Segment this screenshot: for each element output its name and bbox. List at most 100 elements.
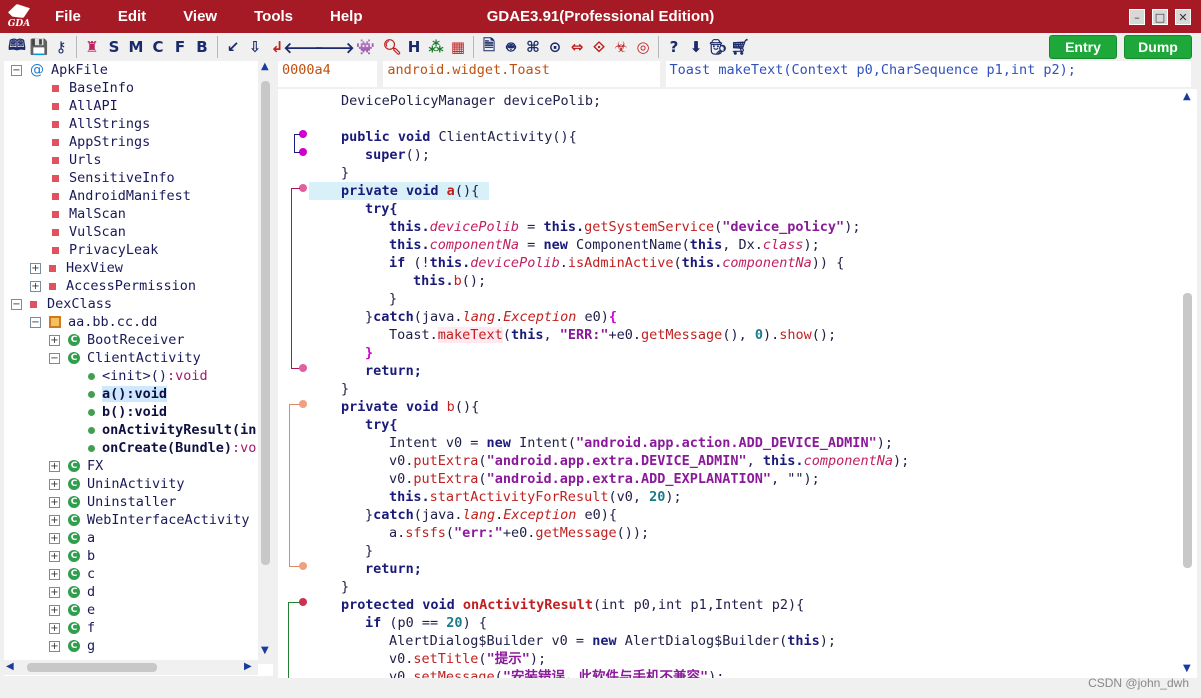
scroll-up-icon[interactable]: ▲	[1183, 91, 1191, 102]
scroll-thumb[interactable]	[261, 81, 270, 565]
tree-class-bootreceiver[interactable]: + C BootReceiver	[49, 331, 185, 349]
methods-button[interactable]: M	[125, 35, 147, 59]
spy-icon[interactable]: 🕵︎	[707, 35, 729, 59]
color-grid-icon[interactable]: ▦	[447, 35, 469, 59]
tree-item-hexview[interactable]: + HexView	[30, 259, 123, 277]
diff-arrows-icon[interactable]: ⇔	[566, 35, 588, 59]
scroll-up-icon[interactable]: ▲	[261, 61, 269, 72]
tree-item-allapi[interactable]: AllAPI	[50, 97, 118, 115]
code-editor[interactable]: DevicePolicyManager devicePolib; public …	[278, 89, 1197, 678]
maximize-button[interactable]: □	[1152, 9, 1168, 25]
go-in-icon[interactable]: ↙	[222, 35, 244, 59]
method-marker-dot[interactable]	[299, 364, 307, 372]
android-icon[interactable]: 👾	[350, 35, 381, 59]
tree-class-g[interactable]: + Cg	[49, 637, 95, 655]
menu-tools[interactable]: Tools	[254, 8, 293, 25]
tree-item-privacyleak[interactable]: PrivacyLeak	[50, 241, 158, 259]
tree-method-init[interactable]: <init>():void	[88, 367, 208, 385]
tree-class-clientactivity[interactable]: − C ClientActivity	[49, 349, 201, 367]
strings-button[interactable]: S	[103, 35, 125, 59]
scroll-left-icon[interactable]: ◀	[6, 661, 14, 672]
menu-help[interactable]: Help	[330, 8, 363, 25]
tree-class-uninactivity[interactable]: + C UninActivity	[49, 475, 185, 493]
expand-icon[interactable]: +	[49, 622, 60, 634]
expand-icon[interactable]: +	[49, 496, 60, 508]
tree-item-allstrings[interactable]: AllStrings	[50, 115, 150, 133]
fields-button[interactable]: F	[169, 35, 191, 59]
tree-method-a[interactable]: a():void	[88, 385, 168, 403]
breakpoint-dot[interactable]	[299, 130, 307, 138]
hex-button[interactable]: H	[403, 35, 425, 59]
open-book-icon[interactable]: 🕮	[6, 35, 28, 59]
tree-class-f[interactable]: + Cf	[49, 619, 95, 637]
tree-item-baseinfo[interactable]: BaseInfo	[50, 79, 134, 97]
tree-node-apkfile[interactable]: − @ ApkFile	[11, 61, 108, 79]
tree-item-malscan[interactable]: MalScan	[50, 205, 126, 223]
tree-class-a[interactable]: + Ca	[49, 529, 95, 547]
classes-button[interactable]: C	[147, 35, 169, 59]
save-icon[interactable]: 💾	[28, 35, 50, 59]
tree-class-d[interactable]: + Cd	[49, 583, 95, 601]
tree-vertical-scrollbar[interactable]: ▲ ▼	[258, 61, 273, 664]
collapse-icon[interactable]: −	[11, 298, 22, 310]
fingerprint-icon[interactable]: ◎	[632, 35, 654, 59]
scroll-right-icon[interactable]: ▶	[244, 661, 252, 672]
expand-icon[interactable]: +	[49, 568, 60, 580]
menu-view[interactable]: View	[183, 8, 217, 25]
dump-button[interactable]: Dump	[1124, 35, 1192, 59]
cart-icon[interactable]: 🛒︎	[729, 35, 751, 59]
expand-icon[interactable]: +	[49, 532, 60, 544]
key-icon[interactable]: ⚷	[50, 35, 72, 59]
menu-edit[interactable]: Edit	[118, 8, 146, 25]
method-marker-dot[interactable]	[299, 598, 307, 606]
tree-item-appstrings[interactable]: AppStrings	[50, 133, 150, 151]
forward-arrow-icon[interactable]: 🡒	[314, 35, 354, 59]
scroll-thumb[interactable]	[27, 663, 157, 672]
method-marker-dot[interactable]	[299, 562, 307, 570]
tree-class-e[interactable]: + Ce	[49, 601, 95, 619]
tree-method-oncreate[interactable]: onCreate(Bundle):vo	[88, 439, 256, 457]
expand-icon[interactable]: +	[49, 514, 60, 526]
collapse-icon[interactable]: −	[49, 352, 60, 364]
scroll-down-icon[interactable]: ▼	[261, 645, 269, 656]
minimize-button[interactable]: –	[1129, 9, 1145, 25]
close-button[interactable]: ✕	[1175, 9, 1191, 25]
tree-item-urls[interactable]: Urls	[50, 151, 102, 169]
expand-icon[interactable]: +	[30, 262, 41, 274]
tree-node-dexclass[interactable]: − DexClass	[11, 295, 112, 313]
apk-icon[interactable]: 🗎	[478, 35, 500, 59]
expand-icon[interactable]: +	[49, 604, 60, 616]
pattern-icon[interactable]: ⟐	[588, 35, 610, 59]
download-icon[interactable]: ⬇	[685, 35, 707, 59]
collapse-icon[interactable]: −	[30, 316, 41, 328]
tree-item-androidmanifest[interactable]: AndroidManifest	[50, 187, 191, 205]
tree-class-fx[interactable]: + C FX	[49, 457, 103, 475]
menu-file[interactable]: File	[55, 8, 81, 25]
tree-class-uninstaller[interactable]: + C Uninstaller	[49, 493, 176, 511]
search-doc-icon[interactable]: 🔍︎	[381, 35, 403, 59]
method-marker-dot[interactable]	[299, 184, 307, 192]
expand-icon[interactable]: +	[49, 550, 60, 562]
expand-icon[interactable]: +	[49, 586, 60, 598]
string-graph-icon[interactable]: ⁂	[425, 35, 447, 59]
entry-button[interactable]: Entry	[1049, 35, 1117, 59]
breakpoint-dot[interactable]	[299, 148, 307, 156]
expand-icon[interactable]: +	[30, 280, 41, 292]
collapse-icon[interactable]: −	[11, 64, 22, 76]
expand-icon[interactable]: +	[49, 640, 60, 652]
tree-class-c[interactable]: + Cc	[49, 565, 95, 583]
bytecode-button[interactable]: B	[191, 35, 213, 59]
tree-item-sensitiveinfo[interactable]: SensitiveInfo	[50, 169, 175, 187]
command-icon[interactable]: ⌘	[522, 35, 544, 59]
tree-item-vulscan[interactable]: VulScan	[50, 223, 126, 241]
toggle-icon[interactable]: ⊙	[544, 35, 566, 59]
tree-class-webinterfaceactivity[interactable]: + C WebInterfaceActivity	[49, 511, 250, 529]
method-marker-dot[interactable]	[299, 400, 307, 408]
xref-icon[interactable]: ⇩	[244, 35, 266, 59]
help-icon[interactable]: ?	[663, 35, 685, 59]
tree-item-accesspermission[interactable]: + AccessPermission	[30, 277, 196, 295]
expand-icon[interactable]: +	[49, 460, 60, 472]
android-robot-icon[interactable]: 🤖︎	[500, 35, 522, 59]
scroll-down-icon[interactable]: ▼	[1183, 663, 1191, 674]
scroll-thumb[interactable]	[1183, 293, 1192, 568]
